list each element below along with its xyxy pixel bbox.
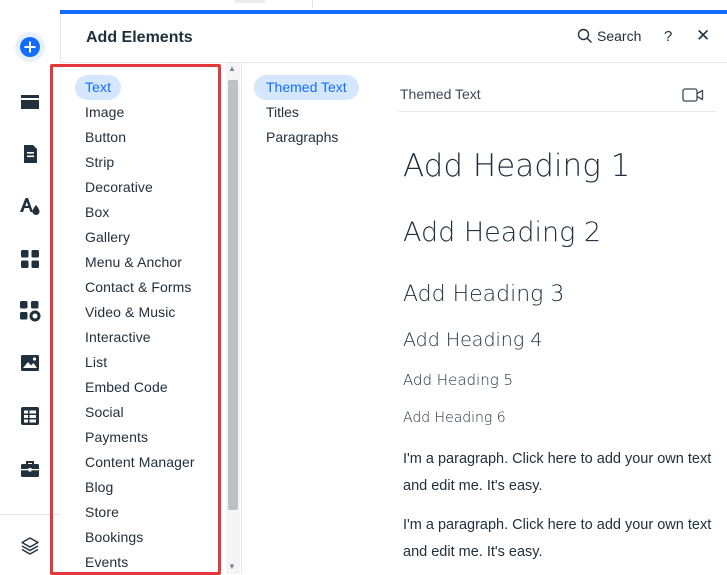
section-divider	[398, 111, 716, 112]
category-item-strip[interactable]: Strip	[75, 150, 124, 175]
category-item-image[interactable]: Image	[75, 100, 134, 125]
business-solutions-icon[interactable]	[14, 295, 46, 327]
category-panel: Text Image Button Strip Decorative Box G…	[60, 63, 240, 574]
category-item-menu-anchor[interactable]: Menu & Anchor	[75, 250, 192, 275]
category-item-events[interactable]: Events	[75, 550, 138, 575]
category-item-interactive[interactable]: Interactive	[75, 325, 161, 350]
top-divider	[312, 0, 313, 8]
category-item-button[interactable]: Button	[75, 125, 136, 150]
toolbar-divider	[0, 514, 60, 515]
category-item-embed-code[interactable]: Embed Code	[75, 375, 178, 400]
subcategory-list: Themed Text Titles Paragraphs	[254, 75, 359, 150]
category-list: Text Image Button Strip Decorative Box G…	[75, 75, 205, 575]
pages-icon[interactable]	[14, 138, 46, 170]
heading-3-preset[interactable]: Add Heading 3	[403, 282, 564, 307]
video-tutorial-icon[interactable]	[682, 87, 704, 108]
close-button[interactable]: ✕	[696, 26, 710, 46]
subcategory-item-paragraphs[interactable]: Paragraphs	[254, 125, 350, 150]
top-tab-marker	[235, 0, 265, 3]
heading-6-preset[interactable]: Add Heading 6	[403, 410, 506, 426]
search-button[interactable]: Search	[577, 28, 641, 44]
section-title: Themed Text	[400, 86, 481, 102]
scroll-down-icon[interactable]: ▼	[228, 562, 236, 571]
sections-icon[interactable]	[14, 86, 46, 118]
scrollbar-thumb[interactable]	[228, 80, 238, 510]
portfolio-icon[interactable]	[14, 453, 46, 485]
paragraph-preset-2[interactable]: I'm a paragraph. Click here to add your …	[403, 512, 723, 566]
paragraph-preset-1[interactable]: I'm a paragraph. Click here to add your …	[403, 446, 723, 500]
category-item-text[interactable]: Text	[75, 75, 122, 100]
heading-1-preset[interactable]: Add Heading 1	[403, 148, 630, 184]
cms-icon[interactable]	[14, 400, 46, 432]
category-item-contact-forms[interactable]: Contact & Forms	[75, 275, 202, 300]
help-button[interactable]: ?	[664, 28, 672, 45]
editor-top-bar	[60, 0, 727, 10]
panel-title: Add Elements	[86, 29, 193, 46]
subcategory-item-titles[interactable]: Titles	[254, 100, 311, 125]
search-icon	[577, 28, 592, 43]
content-panel: Themed Text Add Heading 1 Add Heading 2 …	[376, 63, 727, 574]
layers-icon[interactable]	[14, 530, 46, 562]
category-item-store[interactable]: Store	[75, 500, 129, 525]
category-item-video-music[interactable]: Video & Music	[75, 300, 186, 325]
category-item-box[interactable]: Box	[75, 200, 119, 225]
heading-2-preset[interactable]: Add Heading 2	[403, 217, 601, 248]
category-item-content-manager[interactable]: Content Manager	[75, 450, 205, 475]
category-item-blog[interactable]: Blog	[75, 475, 123, 500]
accent-strip	[60, 10, 727, 14]
category-item-list[interactable]: List	[75, 350, 117, 375]
apps-icon[interactable]	[14, 243, 46, 275]
search-label: Search	[597, 28, 642, 44]
category-item-gallery[interactable]: Gallery	[75, 225, 140, 250]
category-item-bookings[interactable]: Bookings	[75, 525, 153, 550]
category-item-social[interactable]: Social	[75, 400, 134, 425]
add-icon[interactable]	[14, 31, 46, 63]
category-item-payments[interactable]: Payments	[75, 425, 158, 450]
left-toolbar	[0, 0, 61, 574]
subcategory-item-themed-text[interactable]: Themed Text	[254, 75, 359, 100]
heading-5-preset[interactable]: Add Heading 5	[403, 371, 513, 389]
scroll-up-icon[interactable]: ▲	[228, 64, 236, 73]
subcategory-panel: Themed Text Titles Paragraphs	[241, 63, 377, 574]
media-icon[interactable]	[14, 347, 46, 379]
category-item-decorative[interactable]: Decorative	[75, 175, 163, 200]
heading-4-preset[interactable]: Add Heading 4	[403, 329, 542, 351]
site-design-icon[interactable]	[14, 190, 46, 222]
